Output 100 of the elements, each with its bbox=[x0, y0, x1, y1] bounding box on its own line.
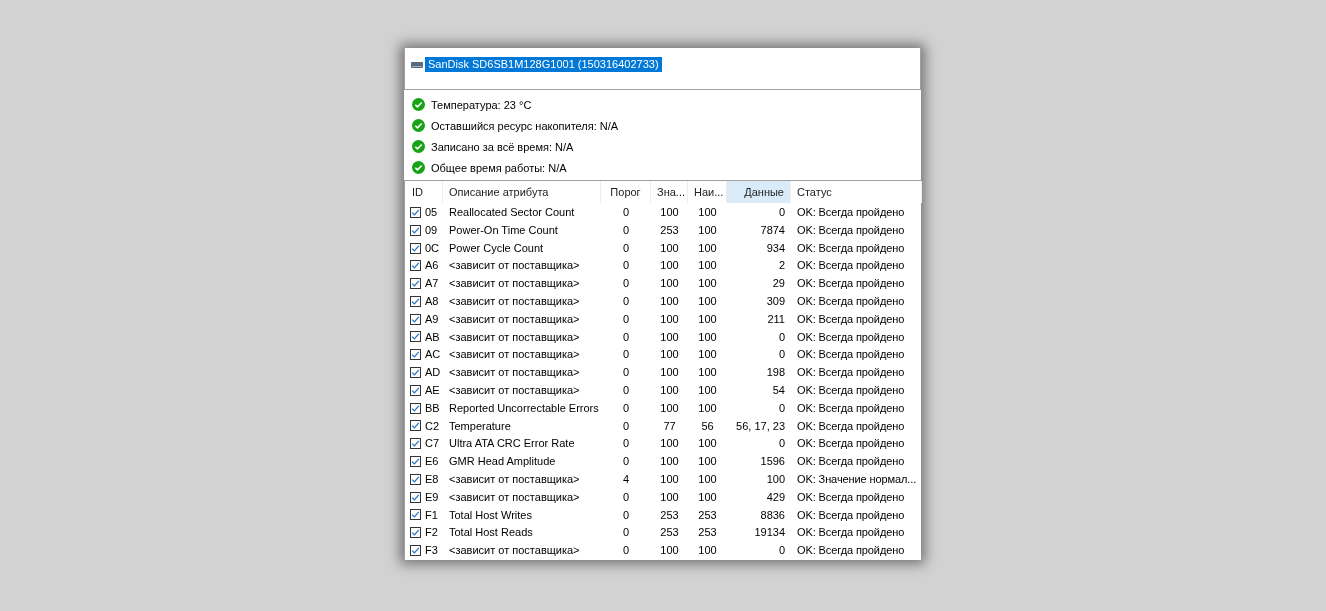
table-cell-text: <зависит от поставщика> bbox=[448, 543, 581, 559]
device-item[interactable]: SanDisk SD6SB1M128G1001 (150316402733) bbox=[425, 57, 662, 72]
table-cell-text: BB bbox=[425, 400, 440, 416]
table-cell-text: 100 bbox=[659, 436, 680, 452]
table-cell-text: 56, 17, 23 bbox=[735, 418, 786, 434]
table-cell-text: 100 bbox=[697, 205, 718, 221]
checkbox[interactable] bbox=[410, 438, 421, 450]
table-cell-text: 05 bbox=[425, 205, 438, 221]
table-cell-text: A7 bbox=[425, 276, 439, 292]
table-cell-text: 19134 bbox=[753, 525, 786, 541]
column-header[interactable]: ID bbox=[406, 181, 443, 203]
table-cell-text: F1 bbox=[425, 507, 438, 523]
table-cell-text: 77 bbox=[662, 418, 677, 434]
table-cell-text: Reported Uncorrectable Errors bbox=[448, 400, 600, 416]
table-cell-text: OK: Всегда пройдено bbox=[796, 276, 906, 292]
table-cell-text: OK: Всегда пройдено bbox=[796, 311, 906, 327]
table-cell-text: 0 bbox=[777, 329, 786, 345]
table-cell-text: <зависит от поставщика> bbox=[448, 489, 581, 505]
table-cell-text: 211 bbox=[766, 311, 786, 327]
table-cell-text: Ultra ATA CRC Error Rate bbox=[448, 436, 576, 452]
table-cell-text: 253 bbox=[697, 507, 718, 523]
table-cell-text: 100 bbox=[659, 294, 680, 310]
table-cell-text: 100 bbox=[659, 205, 680, 221]
table-cell-text: AB bbox=[425, 329, 440, 345]
table-cell-text: 100 bbox=[697, 436, 718, 452]
table-cell-text: 0 bbox=[621, 489, 631, 505]
table-cell-text: A8 bbox=[425, 294, 439, 310]
health-status-text: Температура: 23 °C bbox=[431, 98, 532, 111]
table-cell-text: OK: Всегда пройдено bbox=[796, 240, 906, 256]
table-cell-text: 7874 bbox=[759, 222, 786, 238]
table-cell-text: 0 bbox=[621, 525, 631, 541]
table-cell-text: 0 bbox=[621, 222, 631, 238]
checkbox[interactable] bbox=[410, 491, 421, 503]
table-cell-text: 0C bbox=[425, 240, 440, 256]
table-cell-text: 100 bbox=[659, 454, 680, 470]
table-cell-text: AD bbox=[425, 365, 441, 381]
checkbox[interactable] bbox=[410, 242, 421, 254]
table-cell-text: 100 bbox=[659, 311, 680, 327]
checkbox[interactable] bbox=[410, 367, 421, 379]
checkbox[interactable] bbox=[410, 384, 421, 396]
table-cell-text: 0 bbox=[621, 311, 631, 327]
checkbox[interactable] bbox=[410, 509, 421, 521]
table-cell-text: 0 bbox=[621, 205, 631, 221]
column-header[interactable]: Зна... bbox=[651, 181, 688, 203]
table-cell-text: 0 bbox=[621, 383, 631, 399]
table-cell-text: 100 bbox=[697, 311, 718, 327]
column-header[interactable]: Статус bbox=[791, 181, 922, 203]
table-cell-text: 253 bbox=[659, 222, 680, 238]
table-cell-text: A6 bbox=[425, 258, 439, 274]
table-cell-text: 429 bbox=[765, 489, 786, 505]
checkbox[interactable] bbox=[410, 206, 421, 218]
table-cell-text: C2 bbox=[425, 418, 440, 434]
checkbox[interactable] bbox=[410, 349, 421, 361]
health-status-text: Оставшийся ресурс накопителя: N/A bbox=[431, 119, 619, 132]
table-cell-text: 2 bbox=[777, 258, 786, 274]
table-cell-text: 0 bbox=[777, 205, 786, 221]
table-cell-text: OK: Значение нормал... bbox=[796, 472, 918, 487]
table-cell-text: OK: Всегда пройдено bbox=[796, 258, 906, 274]
table-cell-text: 56 bbox=[700, 418, 715, 434]
table-cell-text: 0 bbox=[621, 294, 631, 310]
column-header[interactable]: Порог bbox=[601, 181, 651, 203]
table-cell-text: 100 bbox=[697, 240, 718, 256]
checkbox[interactable] bbox=[410, 473, 421, 485]
checkbox[interactable] bbox=[410, 402, 421, 414]
checkbox[interactable] bbox=[410, 260, 421, 272]
table-cell-text: 100 bbox=[697, 347, 718, 363]
health-status-text: Общее время работы: N/A bbox=[431, 161, 567, 174]
table-cell-text: 0 bbox=[777, 436, 786, 452]
health-status-text: Записано за всё время: N/A bbox=[431, 140, 574, 153]
checkbox[interactable] bbox=[410, 527, 421, 539]
table-cell-text: 253 bbox=[697, 525, 718, 541]
checkbox[interactable] bbox=[410, 331, 421, 343]
table-cell-text: A9 bbox=[425, 311, 439, 327]
table-cell-text: 100 bbox=[659, 347, 680, 363]
table-cell-text: OK: Всегда пройдено bbox=[796, 222, 906, 238]
table-cell-text: 100 bbox=[659, 400, 680, 416]
checkbox[interactable] bbox=[410, 456, 421, 468]
table-cell-text: OK: Всегда пройдено bbox=[796, 418, 906, 434]
table-cell-text: Total Host Reads bbox=[448, 525, 534, 541]
table-cell-text: AE bbox=[425, 383, 440, 399]
checkbox[interactable] bbox=[410, 295, 421, 307]
table-cell-text: OK: Всегда пройдено bbox=[796, 205, 906, 221]
table-cell-text: 0 bbox=[621, 347, 631, 363]
table-cell-text: 8836 bbox=[759, 507, 786, 523]
column-header[interactable]: Данные bbox=[727, 181, 791, 203]
checkbox[interactable] bbox=[410, 545, 421, 557]
table-cell-text: 0 bbox=[777, 543, 786, 559]
checkbox[interactable] bbox=[410, 420, 421, 432]
table-cell-text: OK: Всегда пройдено bbox=[796, 489, 906, 505]
table-cell-text: 100 bbox=[697, 294, 718, 310]
checkbox[interactable] bbox=[410, 224, 421, 236]
table-cell-text: OK: Всегда пройдено bbox=[796, 436, 906, 452]
checkbox[interactable] bbox=[410, 313, 421, 325]
table-cell-text: Power Cycle Count bbox=[448, 240, 545, 256]
table-cell-text: 0 bbox=[621, 365, 631, 381]
column-header[interactable]: Описание атрибута bbox=[443, 181, 601, 203]
table-cell-text: 100 bbox=[659, 472, 680, 487]
checkbox[interactable] bbox=[410, 278, 421, 290]
table-cell-text: 100 bbox=[659, 489, 680, 505]
table-cell-text: 100 bbox=[697, 400, 718, 416]
